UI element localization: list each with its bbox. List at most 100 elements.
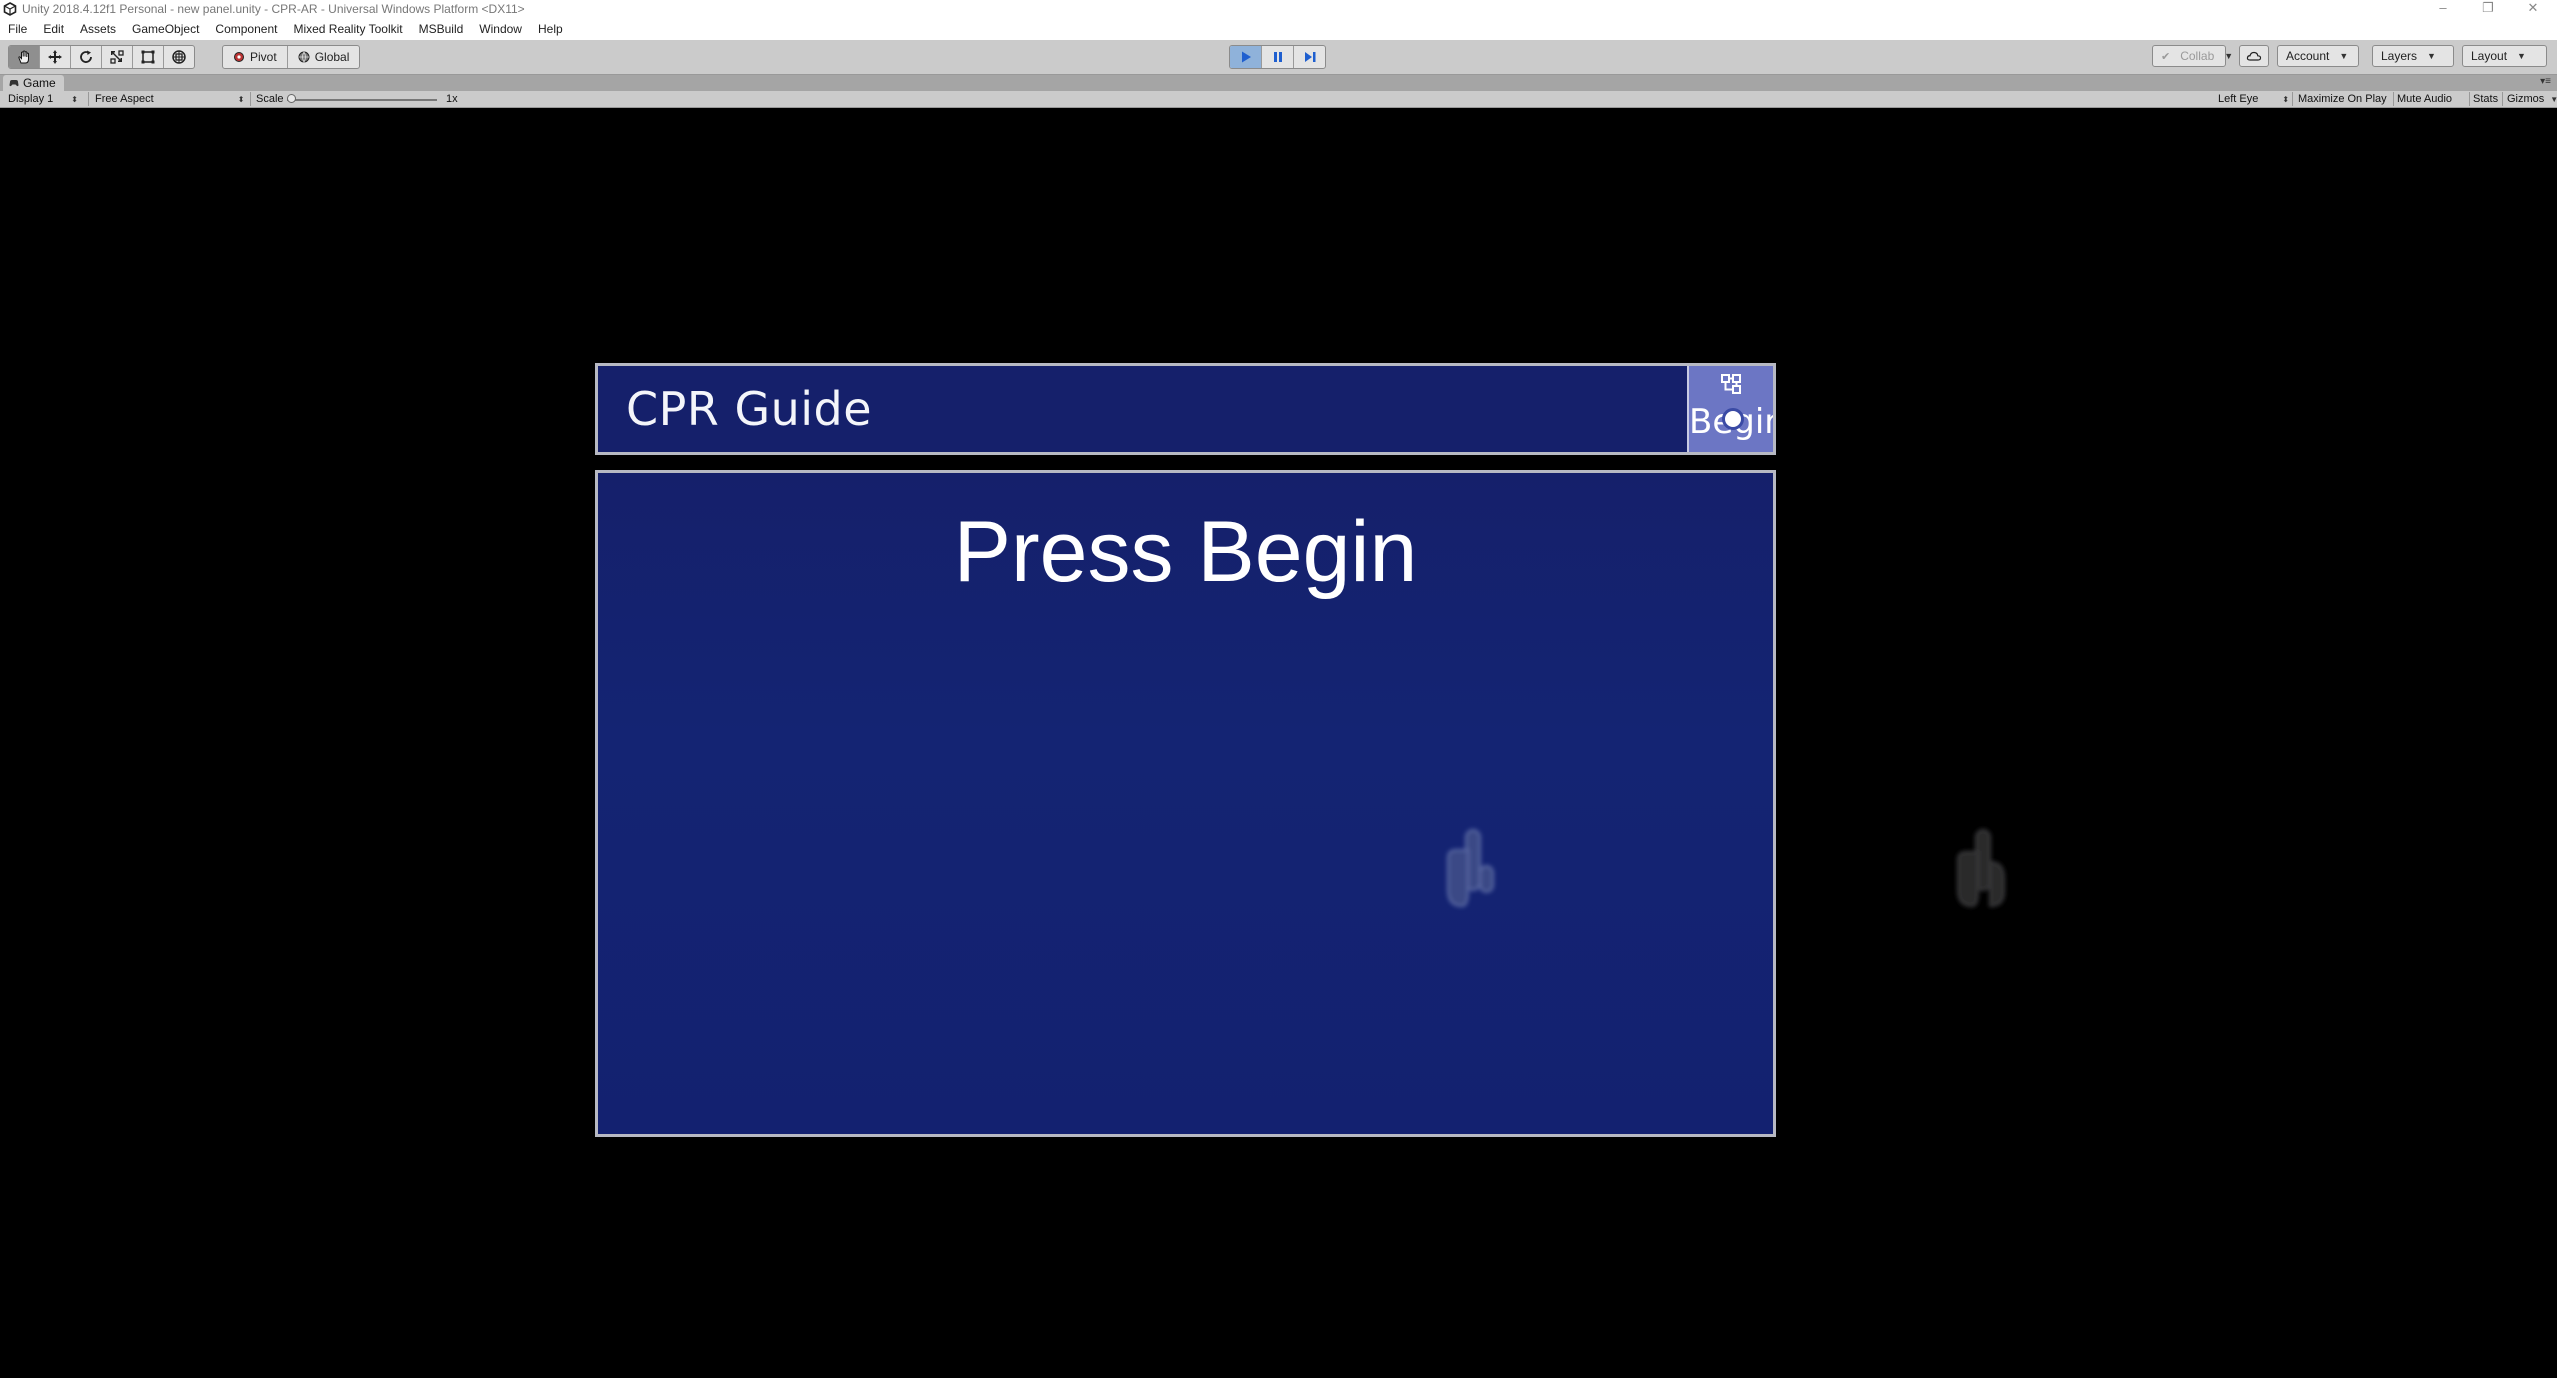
gaze-cursor-icon bbox=[1722, 408, 1744, 430]
divider bbox=[88, 92, 89, 106]
divider bbox=[2469, 92, 2470, 106]
scale-tool-button[interactable] bbox=[102, 46, 133, 68]
transform-tool-button[interactable] bbox=[164, 46, 194, 68]
hand-tool-button[interactable] bbox=[9, 46, 40, 68]
game-tab-bar: Game ▾≡ bbox=[0, 75, 2557, 91]
eye-label: Left Eye bbox=[2218, 93, 2259, 105]
caret-down-icon: ▼ bbox=[2224, 51, 2234, 61]
layout-dropdown[interactable]: Layout ▼ bbox=[2462, 45, 2547, 67]
scale-tool-icon bbox=[110, 50, 124, 64]
caret-updown-icon: ⬍ bbox=[2282, 94, 2290, 104]
mute-audio-toggle[interactable]: Mute Audio bbox=[2397, 91, 2452, 107]
menu-assets[interactable]: Assets bbox=[72, 18, 124, 40]
cloud-icon bbox=[2246, 51, 2262, 61]
game-view-toolbar: Display 1 ⬍ Free Aspect ⬍ Scale 1x Left … bbox=[0, 91, 2557, 108]
collab-label: Collab bbox=[2180, 49, 2215, 63]
unity-logo-icon bbox=[3, 2, 17, 16]
global-button[interactable]: Global bbox=[288, 46, 360, 68]
pivot-button[interactable]: Pivot bbox=[223, 46, 288, 68]
globe-icon bbox=[298, 51, 310, 63]
tab-options-icon[interactable]: ▾≡ bbox=[2540, 76, 2551, 87]
gizmos-label: Gizmos bbox=[2507, 93, 2545, 105]
play-icon bbox=[1241, 51, 1251, 63]
play-button[interactable] bbox=[1230, 46, 1262, 68]
gizmos-dropdown[interactable]: Gizmos ▼ bbox=[2507, 91, 2557, 107]
cloud-button[interactable] bbox=[2239, 45, 2269, 67]
eye-dropdown[interactable]: Left Eye ⬍ bbox=[2218, 91, 2289, 107]
maximize-on-play-toggle[interactable]: Maximize On Play bbox=[2298, 91, 2387, 107]
cpr-header-panel: CPR Guide Begin bbox=[595, 363, 1776, 455]
caret-down-icon: ▼ bbox=[2427, 51, 2436, 61]
caret-down-icon: ▼ bbox=[2339, 51, 2349, 61]
scale-label: Scale bbox=[256, 93, 284, 105]
caret-updown-icon: ⬍ bbox=[237, 94, 245, 104]
menu-help[interactable]: Help bbox=[530, 18, 571, 40]
minimize-button[interactable]: – bbox=[2423, 0, 2463, 18]
menu-msbuild[interactable]: MSBuild bbox=[411, 18, 472, 40]
rotate-tool-icon bbox=[80, 50, 92, 63]
aspect-dropdown[interactable]: Free Aspect ⬍ bbox=[95, 91, 244, 107]
pause-button[interactable] bbox=[1262, 46, 1294, 68]
account-label: Account bbox=[2286, 49, 2330, 63]
menu-mixed-reality-toolkit[interactable]: Mixed Reality Toolkit bbox=[285, 18, 410, 40]
rect-tool-icon bbox=[141, 50, 155, 64]
game-controller-icon bbox=[9, 80, 19, 87]
transform-tool-icon bbox=[172, 50, 186, 64]
pivot-toggle-group: Pivot Global bbox=[222, 45, 361, 69]
move-tool-button[interactable] bbox=[40, 46, 71, 68]
stats-toggle[interactable]: Stats bbox=[2473, 91, 2498, 107]
caret-down-icon: ▼ bbox=[2550, 94, 2557, 104]
account-dropdown[interactable]: Account ▼ bbox=[2277, 45, 2359, 67]
divider bbox=[250, 92, 251, 106]
aspect-label: Free Aspect bbox=[95, 93, 154, 105]
menu-component[interactable]: Component bbox=[207, 18, 285, 40]
close-button[interactable]: ✕ bbox=[2513, 0, 2553, 18]
global-label: Global bbox=[314, 50, 350, 64]
transform-tools bbox=[8, 45, 195, 69]
menu-edit[interactable]: Edit bbox=[35, 18, 72, 40]
layers-label: Layers bbox=[2381, 49, 2418, 63]
pivot-label: Pivot bbox=[250, 50, 277, 64]
divider bbox=[2292, 92, 2293, 106]
menu-file[interactable]: File bbox=[0, 18, 35, 40]
step-button[interactable] bbox=[1294, 46, 1325, 68]
header-title: CPR Guide bbox=[626, 382, 873, 436]
hand-pointer-icon bbox=[1447, 829, 1494, 908]
move-tool-icon bbox=[48, 50, 62, 64]
display-label: Display 1 bbox=[8, 93, 54, 105]
scale-value: 1x bbox=[446, 93, 458, 105]
window-title: Unity 2018.4.12f1 Personal - new panel.u… bbox=[22, 2, 525, 16]
pivot-icon bbox=[234, 52, 244, 62]
main-toolbar: Pivot Global ✔ Collab ▼ Account ▼ Layers… bbox=[0, 40, 2557, 75]
checkmark-icon: ✔ bbox=[2161, 50, 2171, 63]
cpr-content-panel: Press Begin bbox=[595, 470, 1776, 1137]
display-dropdown[interactable]: Display 1 ⬍ bbox=[8, 91, 78, 107]
step-icon bbox=[1304, 52, 1315, 62]
restore-button[interactable]: ❐ bbox=[2468, 0, 2508, 18]
collab-button[interactable]: ✔ Collab ▼ bbox=[2152, 45, 2233, 67]
pause-icon bbox=[1273, 52, 1282, 62]
menu-bar: File Edit Assets GameObject Component Mi… bbox=[0, 18, 2557, 40]
scale-slider-track[interactable] bbox=[287, 99, 437, 101]
menu-gameobject[interactable]: GameObject bbox=[124, 18, 207, 40]
hand-pointer-icon bbox=[1957, 829, 2005, 908]
divider bbox=[2502, 92, 2503, 106]
begin-button[interactable]: Begin bbox=[1687, 366, 1773, 452]
network-icon bbox=[1721, 374, 1741, 394]
scale-slider-handle[interactable] bbox=[287, 94, 296, 103]
hand-tool-icon bbox=[18, 50, 29, 64]
rect-tool-button[interactable] bbox=[133, 46, 164, 68]
playback-controls bbox=[1229, 45, 1326, 69]
game-view-viewport[interactable]: CPR Guide Begin Press Begin bbox=[0, 108, 2557, 1378]
tab-game-label: Game bbox=[23, 76, 56, 90]
window-title-bar: Unity 2018.4.12f1 Personal - new panel.u… bbox=[0, 0, 2557, 18]
caret-updown-icon: ⬍ bbox=[71, 94, 78, 104]
divider bbox=[2393, 92, 2394, 106]
caret-down-icon: ▼ bbox=[2517, 51, 2526, 61]
rotate-tool-button[interactable] bbox=[71, 46, 102, 68]
menu-window[interactable]: Window bbox=[471, 18, 530, 40]
content-heading: Press Begin bbox=[953, 504, 1418, 600]
tab-game[interactable]: Game bbox=[3, 75, 64, 91]
layers-dropdown[interactable]: Layers ▼ bbox=[2372, 45, 2454, 67]
layout-label: Layout bbox=[2471, 49, 2508, 63]
